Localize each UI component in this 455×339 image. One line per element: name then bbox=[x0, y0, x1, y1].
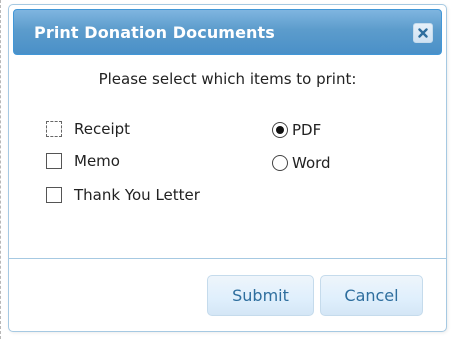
pdf-label: PDF bbox=[292, 121, 322, 139]
pdf-radio[interactable] bbox=[272, 122, 288, 138]
select-prompt: Please select which items to print: bbox=[98, 70, 357, 88]
memo-label: Memo bbox=[74, 152, 120, 170]
word-radio[interactable] bbox=[272, 155, 288, 171]
word-option[interactable]: Word bbox=[272, 153, 331, 173]
receipt-option[interactable]: Receipt bbox=[46, 119, 130, 139]
receipt-checkbox[interactable] bbox=[46, 121, 62, 137]
page-edge-rule bbox=[0, 0, 2, 339]
thank-you-letter-label: Thank You Letter bbox=[74, 186, 200, 204]
thank-you-letter-checkbox[interactable] bbox=[46, 187, 62, 203]
memo-option[interactable]: Memo bbox=[46, 151, 120, 171]
print-dialog: Print Donation Documents Please select w… bbox=[8, 4, 447, 332]
close-button[interactable] bbox=[413, 23, 433, 43]
thank-you-letter-option[interactable]: Thank You Letter bbox=[46, 185, 200, 205]
dialog-titlebar[interactable]: Print Donation Documents bbox=[13, 9, 442, 55]
close-icon bbox=[418, 28, 428, 38]
button-pane-divider bbox=[9, 258, 446, 259]
radio-selected-dot bbox=[276, 126, 284, 134]
cancel-button[interactable]: Cancel bbox=[320, 275, 423, 316]
memo-checkbox[interactable] bbox=[46, 153, 62, 169]
pdf-option[interactable]: PDF bbox=[272, 120, 321, 140]
dialog-title: Print Donation Documents bbox=[34, 23, 275, 42]
submit-button[interactable]: Submit bbox=[207, 275, 314, 316]
word-label: Word bbox=[292, 154, 331, 172]
receipt-label: Receipt bbox=[74, 120, 131, 138]
